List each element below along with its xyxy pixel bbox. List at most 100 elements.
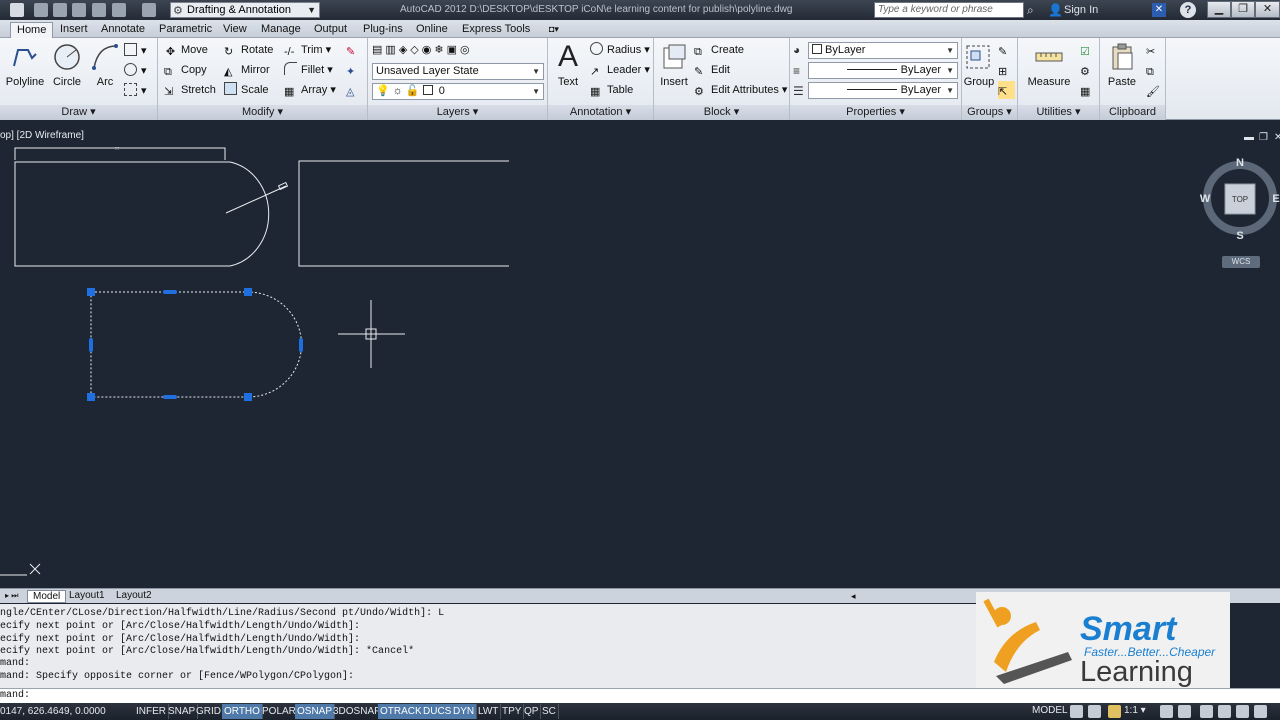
tab-manage[interactable]: Manage (255, 22, 307, 38)
new-icon[interactable] (34, 3, 48, 17)
lineweight-select[interactable]: ByLayer ▼ (808, 62, 958, 79)
status-toggle-polar[interactable]: POLAR (260, 704, 299, 719)
annotation-scale-value[interactable]: 1:1 ▾ (1124, 705, 1146, 716)
panel-utilities-label[interactable]: Utilities ▾ (1018, 105, 1099, 120)
minimize-button[interactable]: ▁ (1207, 1, 1231, 18)
auto-scale-icon[interactable] (1178, 705, 1191, 718)
tab-home[interactable]: Home (10, 22, 54, 38)
group-button[interactable]: Group (962, 40, 996, 100)
create-block-button[interactable]: ⧉ Create (694, 41, 744, 59)
grip-vertex[interactable] (87, 393, 95, 401)
layer-select[interactable]: 💡 ☼ 🔓 0 ▼ (372, 83, 544, 100)
erase-button[interactable]: ✎ (346, 41, 363, 59)
cut-button[interactable]: ✂ (1146, 41, 1163, 59)
isolate-objects-icon[interactable] (1254, 705, 1267, 718)
grip-vertex[interactable] (244, 393, 252, 401)
tab-layout1[interactable]: Layout1 (64, 590, 110, 603)
layer-properties-icon[interactable]: ▤ (372, 44, 385, 56)
exchange-icon[interactable]: ✕ (1152, 3, 1166, 17)
close-button[interactable]: ✕ (1255, 1, 1280, 18)
lineweight-icon[interactable]: ≡ (793, 64, 800, 78)
tab-annotate[interactable]: Annotate (95, 22, 151, 38)
tab-layout2[interactable]: Layout2 (111, 590, 157, 603)
layer-tools-row[interactable]: ▤▥◈◇◉❄▣◎ (372, 41, 473, 59)
tab-online[interactable]: Online (410, 22, 454, 38)
drawing-canvas[interactable]: ::: (0, 128, 1280, 588)
wcs-menu[interactable]: WCS (1222, 256, 1260, 268)
tab-view[interactable]: View (217, 22, 253, 38)
tab-parametric[interactable]: Parametric (153, 22, 218, 38)
copy-clip-button[interactable]: ⧉ (1146, 61, 1163, 79)
hatch-button[interactable]: ▾ (124, 62, 147, 80)
binoculars-icon[interactable]: ⌕ (1027, 3, 1034, 18)
tab-model[interactable]: Model (27, 590, 67, 603)
id-point-button[interactable]: ▦ (1080, 81, 1097, 99)
color-wheel-icon[interactable]: ◕ (793, 43, 800, 57)
insert-button[interactable]: Insert (654, 40, 694, 100)
open-icon[interactable] (53, 3, 67, 17)
move-button[interactable]: ✥ Move (164, 41, 208, 59)
quick-select-button[interactable]: ☑ (1080, 41, 1097, 59)
table-button[interactable]: ▦ Table (590, 81, 633, 99)
restore-button[interactable]: ❐ (1231, 1, 1255, 18)
layer-match-icon[interactable]: ◎ (460, 44, 473, 56)
stretch-button[interactable]: ⇲ Stretch (164, 81, 216, 99)
tab-plugins[interactable]: Plug-ins (357, 22, 409, 38)
edit-attributes-button[interactable]: ⚙ Edit Attributes ▾ (694, 81, 787, 99)
print-icon[interactable] (92, 3, 106, 17)
search-input[interactable]: Type a keyword or phrase (874, 2, 1024, 18)
status-toggle-lwt[interactable]: LWT (476, 704, 502, 719)
fillet-button[interactable]: Fillet ▾ (284, 61, 333, 79)
leader-button[interactable]: ↗ Leader ▾ (590, 61, 650, 79)
edit-block-button[interactable]: ✎ Edit (694, 61, 730, 79)
status-toggle-dyn[interactable]: DYN (451, 704, 478, 719)
compass-north[interactable]: N (1236, 157, 1244, 169)
radius-button[interactable]: Radius ▾ (590, 41, 650, 59)
selected-polyline[interactable] (90, 291, 303, 398)
array-button[interactable]: ▦ Array ▾ (284, 81, 336, 99)
explode-button[interactable]: ✦ (346, 61, 363, 79)
status-toggle-infer[interactable]: INFER (134, 704, 169, 719)
model-space-toggle[interactable]: MODEL (1032, 705, 1068, 716)
quickcalc-button[interactable]: ⚙ (1080, 61, 1097, 79)
trim-button[interactable]: -/- Trim ▾ (284, 41, 331, 59)
viewcube[interactable]: TOP N S W E (1200, 156, 1280, 246)
annotation-scale-icon[interactable] (1108, 705, 1121, 718)
rotate-button[interactable]: ↻ Rotate (224, 41, 273, 59)
polyline-shape-2[interactable] (298, 160, 509, 267)
grip-vertex[interactable] (87, 288, 95, 296)
mirror-button[interactable]: ◭ Mirror (224, 61, 270, 79)
redo-icon[interactable] (142, 3, 156, 17)
copy-button[interactable]: ⧉ Copy (164, 61, 207, 79)
status-toggle-osnap[interactable]: OSNAP (295, 704, 336, 719)
hardware-acceleration-icon[interactable] (1236, 705, 1249, 718)
layer-freeze-icon[interactable]: ❄ (434, 44, 446, 56)
help-icon[interactable]: ? (1180, 2, 1196, 18)
save-icon[interactable] (72, 3, 86, 17)
rectangle-button[interactable]: ▾ (124, 42, 147, 60)
status-toggle-ortho[interactable]: ORTHO (222, 704, 263, 719)
signin-link[interactable]: Sign In (1064, 4, 1098, 16)
grip-midpoint[interactable] (163, 290, 177, 294)
layer-off-icon[interactable]: ◉ (422, 44, 435, 56)
polyline-button[interactable]: Polyline (5, 40, 45, 100)
layer-lock-icon[interactable]: ▣ (447, 44, 460, 56)
layer-state-select[interactable]: Unsaved Layer State ▼ (372, 63, 544, 80)
annotation-visibility-icon[interactable] (1160, 705, 1173, 718)
scale-button[interactable]: Scale (224, 81, 269, 99)
paste-button[interactable]: Paste (1102, 40, 1142, 100)
status-toggle-grid[interactable]: GRID (194, 704, 224, 719)
panel-layers-label[interactable]: Layers ▾ (368, 105, 547, 120)
horizontal-scroll-thumb[interactable]: ◂ (846, 590, 861, 603)
grip-vertex[interactable] (244, 288, 252, 296)
app-menu-icon[interactable] (10, 3, 24, 17)
measure-button[interactable]: Measure (1026, 40, 1072, 100)
tab-express-tools[interactable]: Express Tools (456, 22, 536, 38)
compass-east[interactable]: E (1272, 193, 1279, 205)
ribbon-minimize-icon[interactable]: ◘▾ (543, 22, 565, 38)
tab-insert[interactable]: Insert (54, 22, 94, 38)
undo-icon[interactable] (112, 3, 126, 17)
layer-unisolate-icon[interactable]: ◇ (410, 44, 421, 56)
group-selection-button[interactable]: ⇱ (998, 81, 1015, 99)
lock-icon[interactable] (1218, 705, 1231, 718)
